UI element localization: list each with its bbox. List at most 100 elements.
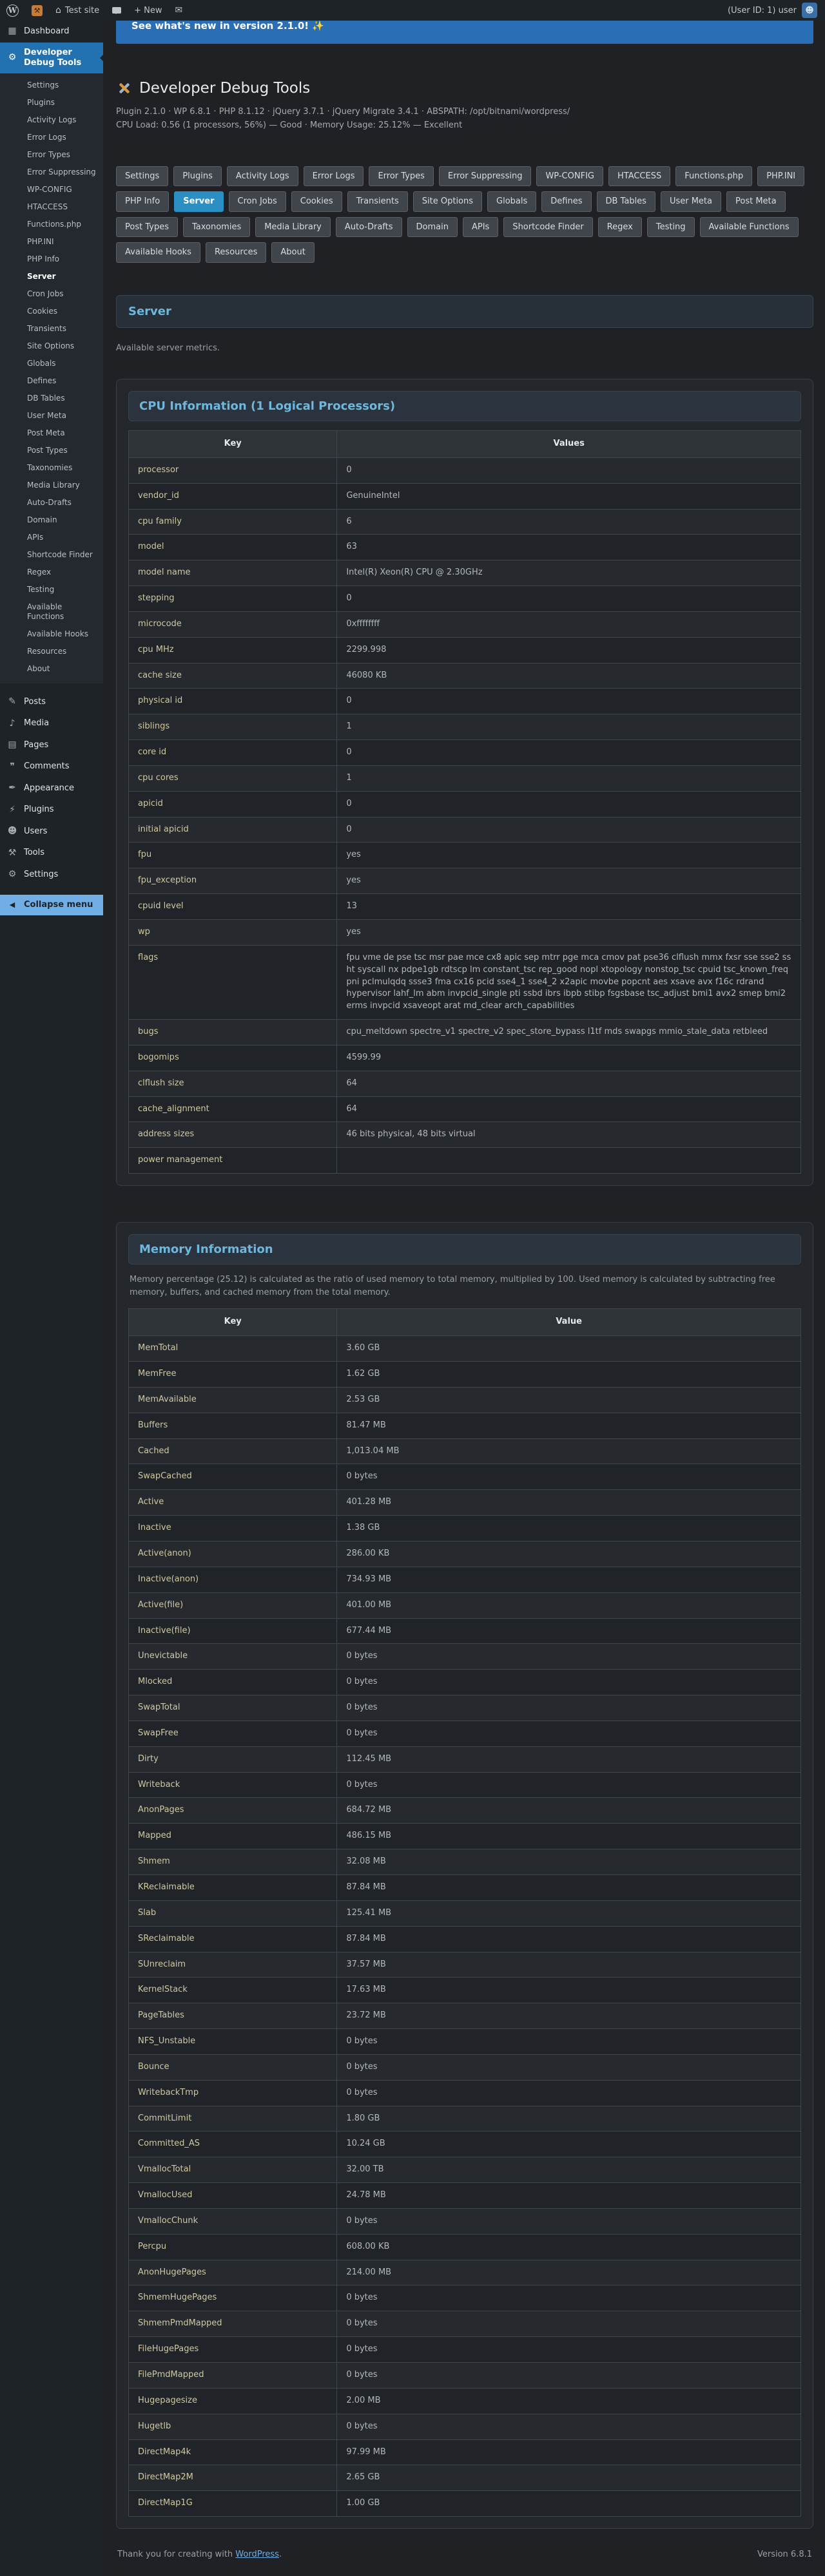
tab-error-logs[interactable]: Error Logs [304, 166, 364, 187]
sidebar-item-users[interactable]: ☻Users [0, 821, 103, 843]
sidebar-subitem-post-meta[interactable]: Post Meta [0, 425, 103, 442]
tab-error-types[interactable]: Error Types [369, 166, 433, 187]
sidebar-subitem-settings[interactable]: Settings [0, 77, 103, 94]
tab-domain[interactable]: Domain [407, 217, 458, 238]
tab-php-ini[interactable]: PHP.INI [757, 166, 804, 187]
tab-server[interactable]: Server [174, 191, 223, 212]
sidebar-subitem-site-options[interactable]: Site Options [0, 338, 103, 355]
sidebar-subitem-user-meta[interactable]: User Meta [0, 407, 103, 425]
tab-resources[interactable]: Resources [206, 242, 266, 263]
sidebar-subitem-error-types[interactable]: Error Types [0, 146, 103, 164]
tab-cron-jobs[interactable]: Cron Jobs [229, 191, 286, 212]
sidebar-subitem-auto-drafts[interactable]: Auto-Drafts [0, 494, 103, 511]
sidebar-subitem-error-suppressing[interactable]: Error Suppressing [0, 164, 103, 181]
tab-wp-config[interactable]: WP-CONFIG [536, 166, 603, 187]
sidebar-subitem-media-library[interactable]: Media Library [0, 477, 103, 494]
sidebar-item-appearance[interactable]: ✒Appearance [0, 778, 103, 799]
tab-available-functions[interactable]: Available Functions [700, 217, 799, 238]
tab-post-types[interactable]: Post Types [116, 217, 178, 238]
pages-icon: ▤ [6, 739, 18, 751]
sidebar-subitem-testing[interactable]: Testing [0, 581, 103, 598]
sidebar-subitem-activity-logs[interactable]: Activity Logs [0, 111, 103, 129]
sidebar-subitem-plugins[interactable]: Plugins [0, 94, 103, 111]
tab-shortcode-finder[interactable]: Shortcode Finder [503, 217, 592, 238]
sidebar-subitem-regex[interactable]: Regex [0, 564, 103, 581]
sidebar-subitem-server[interactable]: Server [0, 268, 103, 285]
sidebar-subitem-php-info[interactable]: PHP Info [0, 251, 103, 268]
tab-htaccess[interactable]: HTACCESS [608, 166, 670, 187]
key-cell: core id [129, 740, 337, 766]
sidebar-item-tools[interactable]: ⚒Tools [0, 843, 103, 864]
sidebar-item-developer-debug-tools[interactable]: ⚙ Developer Debug Tools [0, 43, 103, 74]
comments-menu[interactable] [106, 0, 128, 21]
tab-testing[interactable]: Testing [647, 217, 695, 238]
sidebar-subitem-functions-php[interactable]: Functions.php [0, 216, 103, 233]
sidebar-item-comments[interactable]: ❞Comments [0, 756, 103, 778]
sidebar-subitem-domain[interactable]: Domain [0, 511, 103, 529]
key-cell: MemAvailable [129, 1387, 337, 1413]
sidebar-subitem-transients[interactable]: Transients [0, 320, 103, 338]
sidebar-subitem-htaccess[interactable]: HTACCESS [0, 198, 103, 216]
site-name-menu[interactable]: ⌂ Test site [49, 0, 106, 21]
tab-post-meta[interactable]: Post Meta [726, 191, 786, 212]
sidebar-subitem-db-tables[interactable]: DB Tables [0, 390, 103, 407]
sidebar-item-pages[interactable]: ▤Pages [0, 734, 103, 756]
avatar[interactable]: ☻ [802, 3, 817, 18]
wordpress-logo[interactable]: W [0, 0, 25, 21]
tab-settings[interactable]: Settings [116, 166, 168, 187]
memory-card-title: Memory Information [128, 1234, 801, 1264]
sidebar-item-plugins[interactable]: ⚡Plugins [0, 799, 103, 821]
tab-about[interactable]: About [271, 242, 314, 263]
user-account-label[interactable]: (User ID: 1) user [728, 6, 797, 15]
sidebar-subitem-globals[interactable]: Globals [0, 355, 103, 372]
tab-plugins[interactable]: Plugins [173, 166, 222, 187]
key-cell: ShmemPmdMapped [129, 2311, 337, 2337]
key-cell: MemTotal [129, 1336, 337, 1362]
tab-transients[interactable]: Transients [347, 191, 408, 212]
tab-media-library[interactable]: Media Library [255, 217, 331, 238]
mail-menu[interactable]: ✉ [169, 0, 189, 21]
table-row: address sizes46 bits physical, 48 bits v… [129, 1122, 801, 1148]
sidebar-subitem-php-ini[interactable]: PHP.INI [0, 233, 103, 251]
tab-taxonomies[interactable]: Taxonomies [183, 217, 250, 238]
sidebar-subitem-taxonomies[interactable]: Taxonomies [0, 459, 103, 477]
sidebar-subitem-error-logs[interactable]: Error Logs [0, 129, 103, 146]
tab-cookies[interactable]: Cookies [291, 191, 342, 212]
sidebar-item-posts[interactable]: ✎Posts [0, 691, 103, 713]
sidebar-subitem-post-types[interactable]: Post Types [0, 442, 103, 459]
tab-apis[interactable]: APIs [463, 217, 498, 238]
sidebar-subitem-apis[interactable]: APIs [0, 529, 103, 546]
tab-functions-php[interactable]: Functions.php [675, 166, 752, 187]
tab-php-info[interactable]: PHP Info [116, 191, 169, 212]
tab-db-tables[interactable]: DB Tables [597, 191, 655, 212]
key-cell: SwapCached [129, 1464, 337, 1490]
wordpress-link[interactable]: WordPress [235, 2550, 279, 2559]
tab-globals[interactable]: Globals [487, 191, 536, 212]
sidebar-subitem-cookies[interactable]: Cookies [0, 303, 103, 320]
sidebar-subitem-available-hooks[interactable]: Available Hooks [0, 625, 103, 643]
tab-site-options[interactable]: Site Options [413, 191, 482, 212]
sidebar-item-dashboard[interactable]: ▦ Dashboard [0, 21, 103, 43]
tab-auto-drafts[interactable]: Auto-Drafts [336, 217, 402, 238]
tab-user-meta[interactable]: User Meta [661, 191, 721, 212]
tab-available-hooks[interactable]: Available Hooks [116, 242, 200, 263]
tab-activity-logs[interactable]: Activity Logs [227, 166, 298, 187]
debug-tools-admin-bar-item[interactable]: ⚒ [25, 0, 49, 21]
sidebar-subitem-shortcode-finder[interactable]: Shortcode Finder [0, 546, 103, 564]
table-row: Writeback0 bytes [129, 1772, 801, 1798]
new-content-menu[interactable]: + New [128, 0, 168, 21]
table-row: bugscpu_meltdown spectre_v1 spectre_v2 s… [129, 1020, 801, 1045]
table-row: fpu_exceptionyes [129, 868, 801, 894]
sidebar-item-media[interactable]: ♪Media [0, 713, 103, 735]
tab-defines[interactable]: Defines [541, 191, 591, 212]
sidebar-subitem-resources[interactable]: Resources [0, 643, 103, 660]
sidebar-subitem-defines[interactable]: Defines [0, 372, 103, 390]
sidebar-subitem-about[interactable]: About [0, 660, 103, 678]
collapse-menu-button[interactable]: ◀ Collapse menu [0, 895, 103, 915]
tab-regex[interactable]: Regex [598, 217, 642, 238]
sidebar-item-settings[interactable]: ⚙Settings [0, 864, 103, 886]
sidebar-subitem-wp-config[interactable]: WP-CONFIG [0, 181, 103, 198]
tab-error-suppressing[interactable]: Error Suppressing [439, 166, 532, 187]
sidebar-subitem-cron-jobs[interactable]: Cron Jobs [0, 285, 103, 303]
sidebar-subitem-available-functions[interactable]: Available Functions [0, 598, 103, 625]
